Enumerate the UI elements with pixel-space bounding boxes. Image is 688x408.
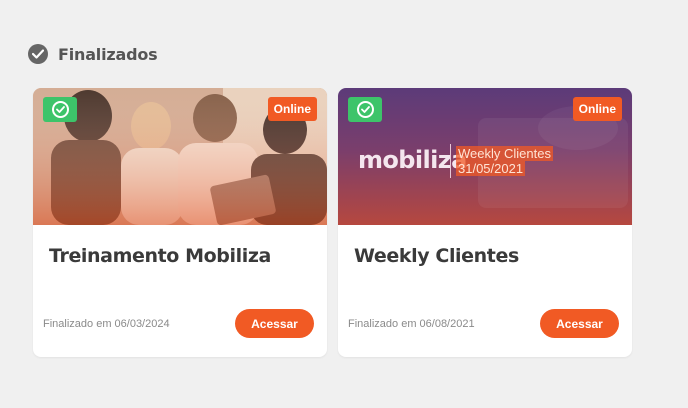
completed-badge: [43, 97, 77, 122]
course-title: Weekly Clientes: [354, 245, 519, 267]
course-card[interactable]: Online mobiliza Weekly Clientes 31/05/20…: [338, 88, 632, 357]
finalized-date: Finalizado em 06/08/2021: [348, 318, 475, 330]
section-title: Finalizados: [58, 44, 158, 64]
check-icon: [51, 101, 69, 118]
finalized-date: Finalizado em 06/03/2024: [43, 318, 170, 330]
course-card[interactable]: Online Treinamento Mobiliza Finalizado e…: [33, 88, 327, 357]
banner-event-text: Weekly Clientes 31/05/2021: [456, 146, 553, 176]
check-circle-icon: [28, 44, 48, 64]
course-image: Online mobiliza Weekly Clientes 31/05/20…: [338, 88, 632, 225]
access-button[interactable]: Acessar: [540, 309, 619, 338]
online-badge: Online: [572, 97, 622, 121]
section-header: Finalizados: [28, 44, 158, 64]
banner-event-name: Weekly Clientes: [456, 146, 553, 161]
logo-divider: [450, 144, 451, 178]
course-image: Online: [33, 88, 327, 225]
course-title: Treinamento Mobiliza: [49, 245, 271, 267]
check-icon: [356, 101, 374, 118]
access-button[interactable]: Acessar: [235, 309, 314, 338]
online-badge: Online: [267, 97, 317, 121]
completed-badge: [348, 97, 382, 122]
banner-event-date: 31/05/2021: [456, 161, 526, 176]
